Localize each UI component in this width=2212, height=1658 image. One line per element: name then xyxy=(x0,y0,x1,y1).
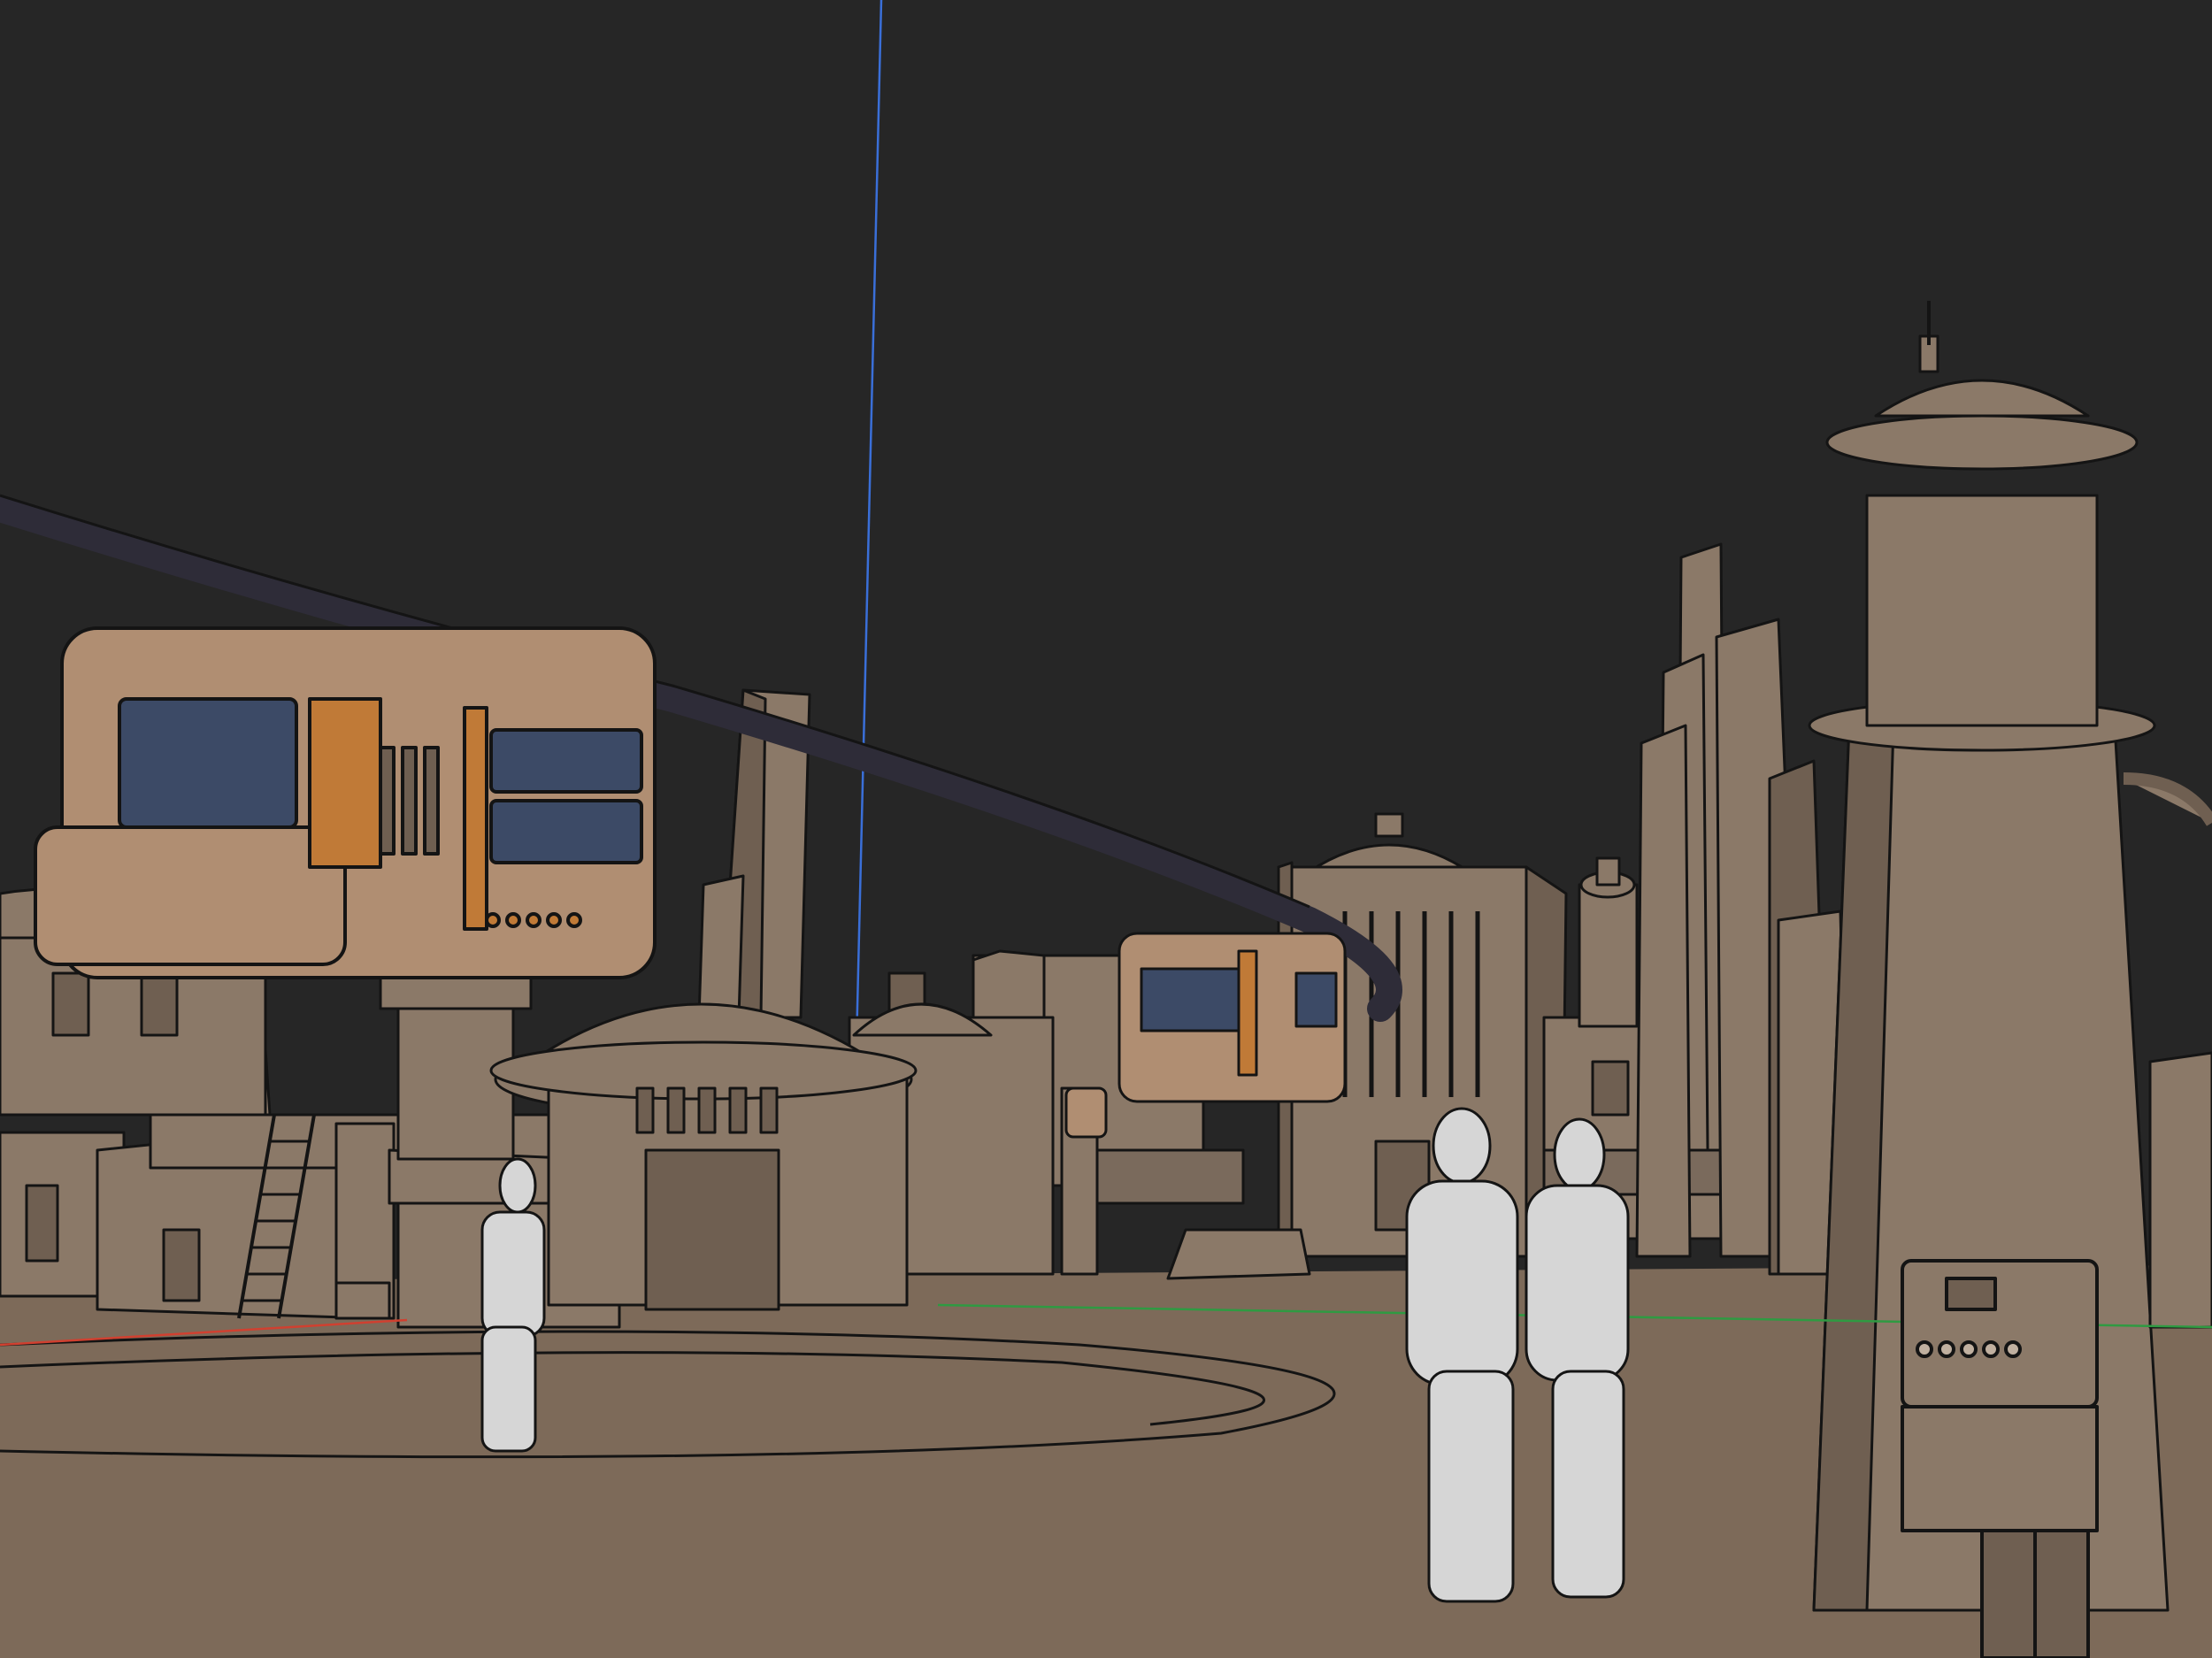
3d-viewport[interactable] xyxy=(0,0,2212,1658)
middle-tower[interactable] xyxy=(1578,856,1639,1028)
tram-car-large[interactable] xyxy=(34,626,657,979)
scene-render[interactable] xyxy=(0,0,2212,1658)
dome-hut[interactable] xyxy=(489,1002,918,1311)
far-right-buildings[interactable] xyxy=(2148,1051,2212,1329)
